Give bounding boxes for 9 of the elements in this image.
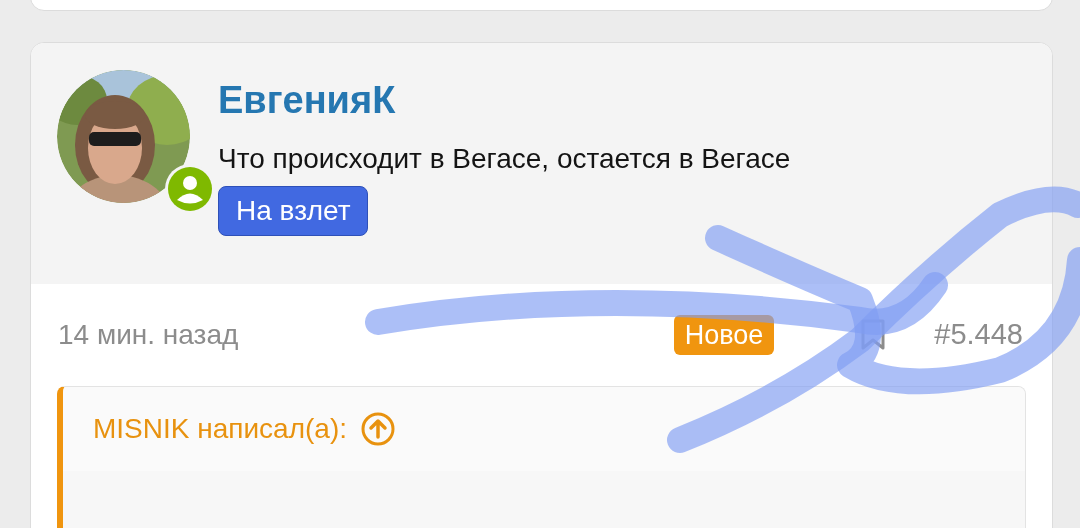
quote-attribution[interactable]: MISNIK написал(а): <box>93 408 347 450</box>
user-title: Что происходит в Вегасе, остается в Вегасе <box>218 142 791 176</box>
username[interactable]: ЕвгенияК <box>218 78 791 122</box>
bookmark-icon[interactable] <box>860 319 887 351</box>
arrow-up-circle-icon[interactable] <box>361 412 395 446</box>
post-time[interactable]: 14 мин. назад <box>58 314 239 356</box>
rank-badge: На взлет <box>218 186 369 236</box>
post-number[interactable]: #5.448 <box>934 313 1023 357</box>
new-badge: Новое <box>673 315 775 355</box>
